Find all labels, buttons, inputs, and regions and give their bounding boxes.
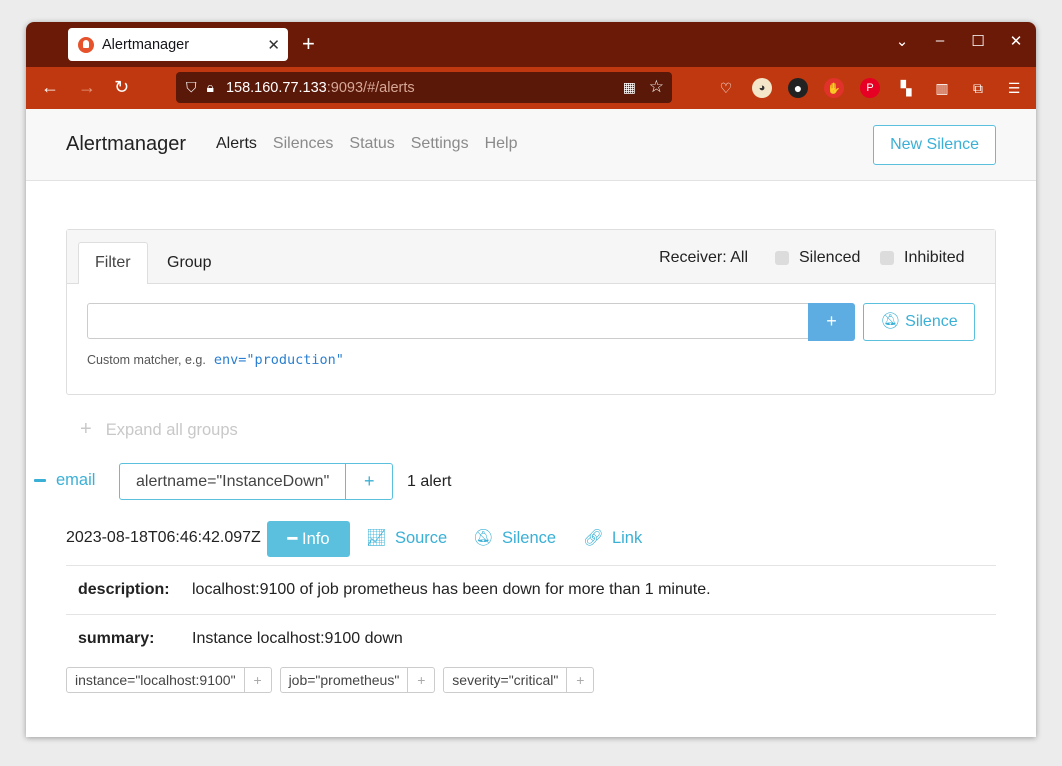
menu-icon[interactable]: ☰ [1004,78,1024,98]
expand-all-groups[interactable]: + Expand all groups [80,418,238,441]
matcher-hint: Custom matcher, e.g. env="production" [87,352,344,368]
alert-silence-link[interactable]: 🔕︎ Silence [473,529,556,548]
group-receiver: email [56,471,96,489]
source-link[interactable]: 📈︎ Source [366,529,447,548]
lock-icon[interactable]: 🔒︎ [207,79,214,96]
annotation-key: description: [78,581,170,598]
filter-card: Filter Group Receiver: All Silenced Inhi… [66,229,996,395]
url-bar[interactable]: ⛉ 🔒︎ 158.160.77.133:9093/#/alerts ▦ ☆ [176,72,672,103]
label-tag: severity="critical" + [443,667,595,693]
label-tag: job="prometheus" + [279,667,436,693]
pinterest-icon[interactable]: P [860,78,880,98]
qr-code-icon[interactable]: ▦ [623,79,636,96]
silenced-checkbox[interactable]: Silenced [775,249,860,267]
app-navbar: Alertmanager Alerts Silences Status Sett… [26,109,1036,181]
tab-list-icon[interactable]: ⌄ [894,32,910,50]
inhibited-checkbox-box[interactable] [880,251,894,265]
add-label-filter-button[interactable]: + [408,668,434,692]
browser-window: Alertmanager ✕ + ⌄ – ☐ ✕ ← → ↻ ⛉ 🔒︎ 158.… [26,22,1036,737]
label-text[interactable]: job="prometheus" [281,668,409,692]
nav-status[interactable]: Status [349,135,394,153]
pocket-icon[interactable]: ♡ [716,78,736,98]
source-label: Source [394,529,448,547]
prometheus-icon [78,36,94,53]
annotation-value: Instance localhost:9100 down [192,630,403,647]
add-filter-button[interactable]: + [808,303,855,341]
inhibited-label: Inhibited [904,249,965,266]
tab-title: Alertmanager [102,36,190,53]
new-tab-button[interactable]: + [302,30,315,58]
minus-icon [34,479,46,482]
receiver-select[interactable]: Receiver: All [659,249,748,267]
shield-icon[interactable]: ⛉ [186,79,197,96]
filter-silence-label: Silence [905,313,958,330]
maximize-icon[interactable]: ☐ [970,32,986,50]
tab-group[interactable]: Group [167,254,211,272]
add-label-filter-button[interactable]: + [245,668,271,692]
label-tag: instance="localhost:9100" + [66,667,272,693]
back-icon[interactable]: ← [41,77,59,98]
add-label-filter-button[interactable]: + [567,668,593,692]
info-label: Info [302,530,330,548]
nav-help[interactable]: Help [485,135,518,153]
new-silence-button[interactable]: New Silence [873,125,996,165]
ublock-icon[interactable]: ✋ [824,78,844,98]
extension-ninja-icon[interactable]: ● [788,78,808,98]
inhibited-checkbox[interactable]: Inhibited [880,249,965,267]
silenced-label: Silenced [799,249,861,266]
group-matcher-label[interactable]: alertname="InstanceDown" [120,464,347,499]
filter-silence-button[interactable]: 🔕︎ Silence [863,303,975,341]
extension-grid-icon[interactable]: ▚ [896,78,916,98]
alert-silence-label: Silence [501,529,557,547]
extensions-puzzle-icon[interactable]: ⧉ [968,78,988,98]
close-window-icon[interactable]: ✕ [1008,32,1024,50]
link-label: Link [611,529,643,547]
minimize-icon[interactable]: – [932,32,948,50]
annotation-row: summary: Instance localhost:9100 down [66,614,996,663]
extension-bars-icon[interactable]: ▥ [932,78,952,98]
label-text[interactable]: severity="critical" [444,668,568,692]
group-matcher: alertname="InstanceDown" + [119,463,394,500]
nav-settings[interactable]: Settings [411,135,469,153]
annotation-row: description: localhost:9100 of job prome… [66,565,996,614]
bell-slash-icon: 🔕︎ [473,529,494,547]
alert-link[interactable]: 🔗︎ Link [583,529,642,548]
minus-icon: ━ [287,530,298,548]
brand[interactable]: Alertmanager [66,133,186,156]
nav-silences[interactable]: Silences [273,135,333,153]
matcher-example: env="production" [213,352,344,368]
extension-face-icon[interactable]: ◕ [752,78,772,98]
alert-timestamp: 2023-08-18T06:46:42.097Z [66,529,261,546]
tab-filter[interactable]: Filter [78,242,148,284]
title-bar: Alertmanager ✕ + ⌄ – ☐ ✕ [26,22,1036,67]
add-group-matcher-button[interactable]: + [346,464,392,499]
filter-input[interactable] [87,303,809,339]
url-text[interactable]: 158.160.77.133:9093/#/alerts [226,80,415,96]
bookmark-star-icon[interactable]: ☆ [649,77,664,97]
annotation-value: localhost:9100 of job prometheus has bee… [192,581,711,598]
browser-tab[interactable]: Alertmanager ✕ [68,28,288,61]
alert-labels: instance="localhost:9100" + job="promethe… [66,667,595,693]
reload-icon[interactable]: ↻ [114,77,129,98]
browser-toolbar: ← → ↻ ⛉ 🔒︎ 158.160.77.133:9093/#/alerts … [26,67,1036,109]
nav-alerts[interactable]: Alerts [216,135,257,153]
link-icon: 🔗︎ [583,529,604,547]
label-text[interactable]: instance="localhost:9100" [67,668,245,692]
annotation-key: summary: [78,630,155,647]
chart-line-icon: 📈︎ [366,529,387,547]
bell-slash-icon: 🔕︎ [880,313,901,330]
plus-icon: + [80,418,92,440]
silenced-checkbox-box[interactable] [775,251,789,265]
close-tab-icon[interactable]: ✕ [267,36,280,54]
group-toggle[interactable]: email [34,471,95,490]
alert-count: 1 alert [407,473,452,490]
info-button[interactable]: ━ Info [267,521,350,557]
forward-icon[interactable]: → [78,77,96,98]
